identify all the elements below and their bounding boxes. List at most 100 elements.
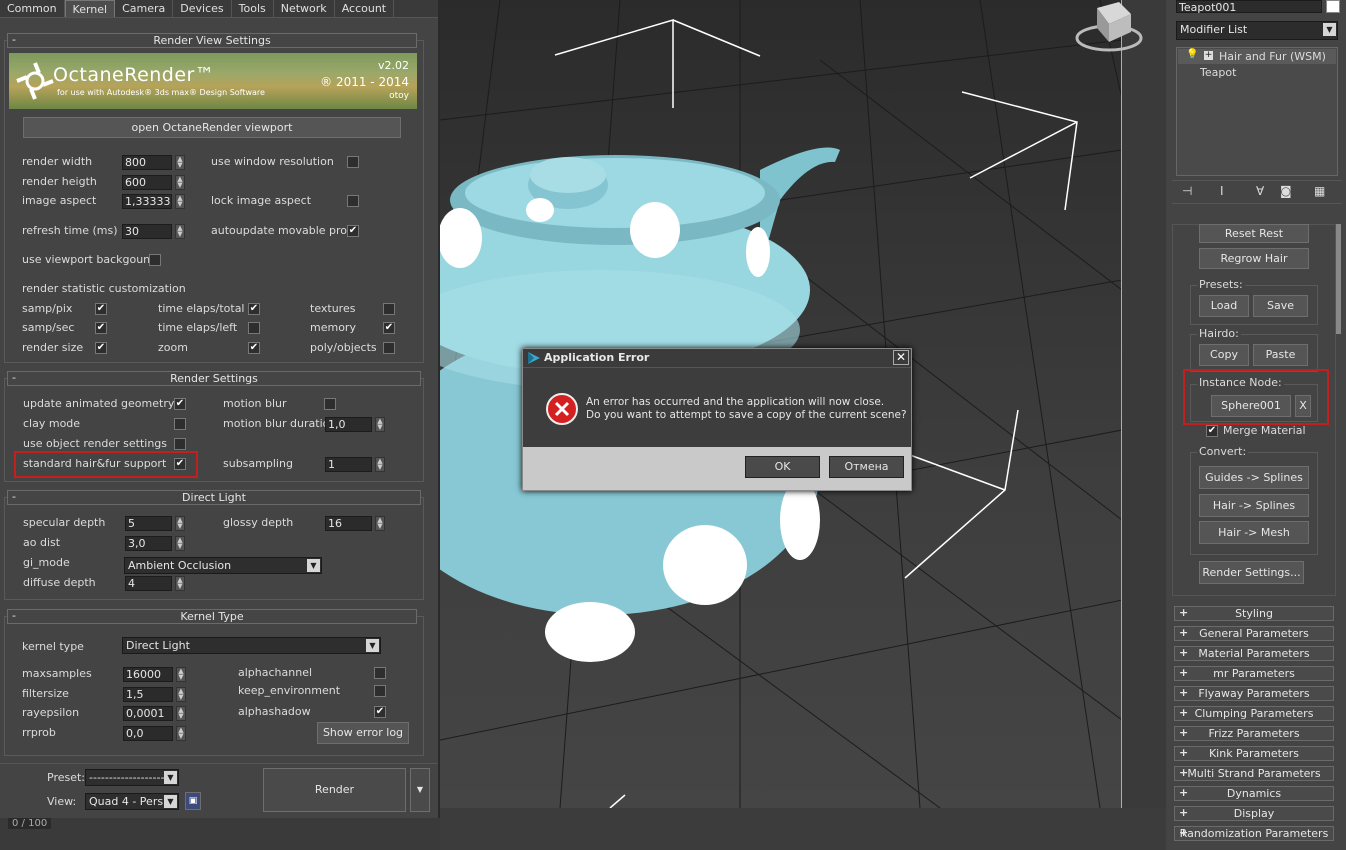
rayepsilon-spinner[interactable]: ▲ ▼ <box>176 706 186 721</box>
save-button[interactable]: Save <box>1253 295 1308 317</box>
specular-depth-field[interactable]: 5 <box>125 516 172 531</box>
clear-instance-button[interactable]: X <box>1295 395 1311 417</box>
regrow-hair-button[interactable]: Regrow Hair <box>1199 248 1309 269</box>
subsampling-spinner[interactable]: ▲ ▼ <box>375 457 385 472</box>
stat-checkbox[interactable]: ✔ <box>383 322 395 334</box>
merge-material-checkbox[interactable]: ✔ <box>1206 425 1218 437</box>
stat-checkbox[interactable]: ✔ <box>95 322 107 334</box>
gi-mode-dropdown[interactable]: Ambient Occlusion ▼ <box>124 557 322 574</box>
cancel-button[interactable]: Отмена <box>829 456 904 478</box>
stack-item-teapot[interactable]: Teapot <box>1200 66 1236 79</box>
tab-kernel[interactable]: Kernel <box>64 0 116 17</box>
direct-light-header[interactable]: - Direct Light <box>7 490 421 505</box>
rollout-flyaway[interactable]: + Flyaway Parameters <box>1174 686 1334 701</box>
glossy-depth-field[interactable]: 16 <box>325 516 372 531</box>
rrprob-spinner[interactable]: ▲ ▼ <box>176 726 186 741</box>
maxsamples-field[interactable]: 16000 <box>123 667 173 682</box>
tab-network[interactable]: Network <box>274 0 335 17</box>
image-aspect-spinner[interactable]: ▲ ▼ <box>175 194 185 209</box>
stat-checkbox[interactable]: ✔ <box>95 303 107 315</box>
use-window-resolution-checkbox[interactable] <box>347 156 359 168</box>
autoupdate-proxy-checkbox[interactable]: ✔ <box>347 225 359 237</box>
configure-sets-icon[interactable]: ▦ <box>1314 184 1325 198</box>
paste-button[interactable]: Paste <box>1253 344 1308 366</box>
filtersize-spinner[interactable]: ▲ ▼ <box>176 687 186 702</box>
object-name-field[interactable]: Teapot001 <box>1176 0 1322 14</box>
standard-hair-fur-checkbox[interactable]: ✔ <box>174 458 186 470</box>
diffuse-depth-spinner[interactable]: ▲ ▼ <box>175 576 185 591</box>
rollout-styling[interactable]: + Styling <box>1174 606 1334 621</box>
hair-splines-button[interactable]: Hair -> Splines <box>1199 494 1309 517</box>
glossy-depth-spinner[interactable]: ▲ ▼ <box>375 516 385 531</box>
alphashadow-checkbox[interactable]: ✔ <box>374 706 386 718</box>
open-viewport-button[interactable]: open OctaneRender viewport <box>23 117 401 138</box>
motion-blur-duration-field[interactable]: 1,0 <box>325 417 372 432</box>
remove-modifier-icon[interactable]: ◙ <box>1280 184 1292 198</box>
subsampling-field[interactable]: 1 <box>325 457 372 472</box>
lightbulb-icon[interactable]: 💡 <box>1186 49 1198 60</box>
rollout-dynamics[interactable]: + Dynamics <box>1174 786 1334 801</box>
modifier-list-dropdown[interactable]: Modifier List ▼ <box>1176 21 1338 40</box>
instance-node-button[interactable]: Sphere001 <box>1211 395 1291 417</box>
show-error-log-button[interactable]: Show error log <box>317 722 409 744</box>
close-icon[interactable]: ✕ <box>893 350 909 365</box>
filtersize-field[interactable]: 1,5 <box>123 687 173 702</box>
stat-checkbox[interactable] <box>383 303 395 315</box>
tab-account[interactable]: Account <box>335 0 395 17</box>
rollout-kink[interactable]: + Kink Parameters <box>1174 746 1334 761</box>
stat-checkbox[interactable]: ✔ <box>95 342 107 354</box>
keep-environment-checkbox[interactable] <box>374 685 386 697</box>
diffuse-depth-field[interactable]: 4 <box>125 576 172 591</box>
preset-dropdown[interactable]: -------------------- ▼ <box>85 769 179 786</box>
tab-common[interactable]: Common <box>0 0 65 17</box>
tab-devices[interactable]: Devices <box>173 0 232 17</box>
stat-checkbox[interactable]: ✔ <box>248 342 260 354</box>
rollout-general[interactable]: + General Parameters <box>1174 626 1334 641</box>
render-button[interactable]: Render <box>263 768 406 812</box>
render-width-field[interactable]: 800 <box>122 155 172 170</box>
rollout-mr[interactable]: + mr Parameters <box>1174 666 1334 681</box>
ao-dist-field[interactable]: 3,0 <box>125 536 172 551</box>
ok-button[interactable]: OK <box>745 456 820 478</box>
stat-checkbox[interactable] <box>248 322 260 334</box>
copy-button[interactable]: Copy <box>1199 344 1249 366</box>
render-height-spinner[interactable]: ▲ ▼ <box>175 175 185 190</box>
object-color-swatch[interactable] <box>1326 0 1340 13</box>
dialog-titlebar[interactable]: Application Error ✕ <box>523 349 911 368</box>
render-view-header[interactable]: - Render View Settings <box>7 33 417 48</box>
rollout-randomization[interactable]: + Randomization Parameters <box>1174 826 1334 841</box>
specular-depth-spinner[interactable]: ▲ ▼ <box>175 516 185 531</box>
tab-tools[interactable]: Tools <box>232 0 274 17</box>
stat-checkbox[interactable]: ✔ <box>248 303 260 315</box>
hair-mesh-button[interactable]: Hair -> Mesh <box>1199 521 1309 544</box>
render-settings-button[interactable]: Render Settings... <box>1199 561 1304 584</box>
clay-mode-checkbox[interactable] <box>174 418 186 430</box>
rrprob-field[interactable]: 0,0 <box>123 726 173 741</box>
make-unique-icon[interactable]: ∀ <box>1256 184 1264 198</box>
ao-dist-spinner[interactable]: ▲ ▼ <box>175 536 185 551</box>
refresh-time-field[interactable]: 30 <box>122 224 172 239</box>
load-button[interactable]: Load <box>1199 295 1249 317</box>
maxsamples-spinner[interactable]: ▲ ▼ <box>176 667 186 682</box>
rayepsilon-field[interactable]: 0,0001 <box>123 706 173 721</box>
motion-blur-duration-spinner[interactable]: ▲ ▼ <box>375 417 385 432</box>
update-anim-geo-checkbox[interactable]: ✔ <box>174 398 186 410</box>
expand-icon[interactable]: + <box>1204 51 1213 60</box>
rollout-material[interactable]: + Material Parameters <box>1174 646 1334 661</box>
rollout-clumping[interactable]: + Clumping Parameters <box>1174 706 1334 721</box>
view-dropdown[interactable]: Quad 4 - Perspe ▼ <box>85 793 179 810</box>
render-height-field[interactable]: 600 <box>122 175 172 190</box>
tab-camera[interactable]: Camera <box>115 0 174 17</box>
panel-scrollbar[interactable] <box>1336 224 1341 334</box>
use-object-render-settings-checkbox[interactable] <box>174 438 186 450</box>
motion-blur-checkbox[interactable] <box>324 398 336 410</box>
lock-image-aspect-checkbox[interactable] <box>347 195 359 207</box>
refresh-time-spinner[interactable]: ▲ ▼ <box>175 224 185 239</box>
render-width-spinner[interactable]: ▲ ▼ <box>175 155 185 170</box>
show-end-result-icon[interactable]: Ⅰ <box>1220 184 1224 198</box>
kernel-type-dropdown[interactable]: Direct Light ▼ <box>122 637 381 654</box>
rollout-multi-strand[interactable]: + Multi Strand Parameters <box>1174 766 1334 781</box>
guides-splines-button[interactable]: Guides -> Splines <box>1199 466 1309 489</box>
render-options-dropdown[interactable]: ▼ <box>410 768 430 812</box>
viewcube[interactable] <box>1075 0 1143 54</box>
